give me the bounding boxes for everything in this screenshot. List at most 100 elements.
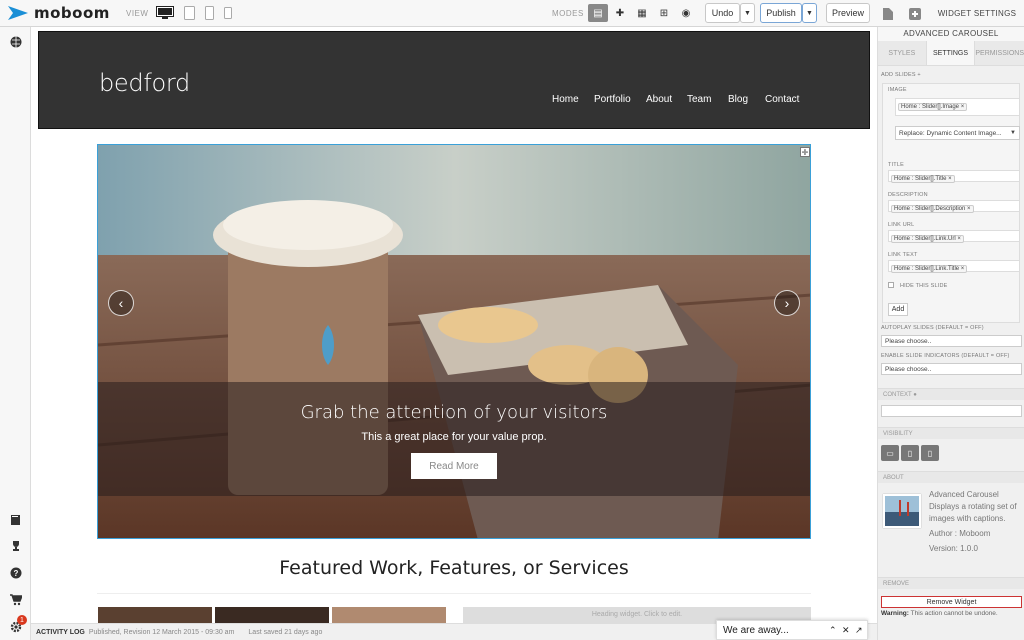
left-toolbar: ? 1 (0, 27, 31, 640)
description-tag-field[interactable]: Home : Slider[].Description × (888, 200, 1020, 213)
last-saved-status: Last saved 21 days ago (248, 628, 323, 636)
mode-buttons: ▤ ✚ ▦ ⊞ ◉ (588, 4, 696, 22)
about-info: Advanced Carousel Displays a rotating se… (929, 489, 1021, 555)
phone-landscape-view-icon[interactable] (205, 4, 215, 22)
undo-dropdown-icon[interactable]: ▼ (740, 3, 755, 23)
globe-icon[interactable] (0, 31, 31, 53)
context-section-header: CONTEXT ● (878, 388, 1024, 400)
portfolio-thumb-2[interactable] (215, 607, 329, 623)
carousel-caption-title: Grab the attention of your visitors (300, 402, 608, 423)
chat-widget[interactable]: We are away... ⌃ ✕ ↗ (716, 620, 868, 640)
app-logo[interactable]: moboom (8, 4, 126, 22)
link-text-label: LINK TEXT (888, 252, 918, 258)
info-icon: ● (913, 392, 917, 398)
publish-button[interactable]: Publish (760, 3, 802, 23)
help-icon[interactable]: ? (0, 562, 31, 584)
svg-text:?: ? (13, 569, 18, 578)
remove-widget-button[interactable]: Remove Widget (881, 596, 1022, 608)
divider (97, 593, 811, 594)
desktop-visibility-icon[interactable]: ▭ (881, 445, 899, 461)
about-widget-author: Author : Moboom (929, 529, 991, 538)
trophy-icon[interactable] (0, 535, 31, 557)
add-slides-label[interactable]: ADD SLIDES + (881, 72, 921, 78)
replace-image-select[interactable]: Replace: Dynamic Content Image... ▼ (895, 126, 1020, 140)
move-widget-icon[interactable]: ✛ (800, 147, 810, 157)
nav-blog[interactable]: Blog (728, 94, 748, 105)
nav-portfolio[interactable]: Portfolio (594, 94, 631, 105)
phone-visibility-icon[interactable]: ▯ (921, 445, 939, 461)
grid-mode-icon[interactable]: ▦ (632, 4, 652, 22)
context-input[interactable] (881, 405, 1022, 417)
cart-icon[interactable] (0, 589, 31, 611)
portfolio-thumb-3[interactable] (332, 607, 446, 623)
layout-mode-icon[interactable]: ▤ (588, 4, 608, 22)
link-url-tag-field[interactable]: Home : Slider[].Link.Url × (888, 230, 1020, 243)
page-icon[interactable] (883, 5, 893, 23)
add-widget-mode-icon[interactable]: ✚ (610, 4, 630, 22)
publish-dropdown-icon[interactable]: ▼ (802, 3, 817, 23)
image-label: IMAGE (888, 87, 907, 93)
hide-slide-label: HIDE THIS SLIDE (900, 283, 948, 289)
widget-settings-title: WIDGET SETTINGS (937, 9, 1017, 18)
blocks-mode-icon[interactable]: ⊞ (654, 4, 674, 22)
notification-badge: 1 (17, 615, 27, 625)
nav-about[interactable]: About (646, 94, 672, 105)
read-more-button[interactable]: Read More (411, 453, 497, 479)
warning-text: This action cannot be undone. (910, 610, 998, 617)
description-label: DESCRIPTION (888, 192, 928, 198)
about-widget-name: Advanced Carousel (929, 490, 999, 499)
featured-heading[interactable]: Featured Work, Features, or Services (31, 557, 877, 579)
tab-settings[interactable]: SETTINGS (925, 41, 976, 65)
chat-status-text: We are away... (723, 624, 789, 636)
top-toolbar: moboom VIEW MODES ▤ ✚ ▦ ⊞ ◉ Undo ▼ Publi… (0, 0, 1024, 27)
image-tag: Home : Slider[].Image × (898, 103, 968, 111)
preview-button[interactable]: Preview (826, 3, 870, 23)
tab-permissions[interactable]: PERMISSIONS (975, 41, 1024, 65)
close-icon[interactable]: ✕ (842, 625, 850, 636)
image-tag-field[interactable]: Home : Slider[].Image × (895, 98, 1020, 116)
phone-view-icon[interactable] (224, 4, 233, 22)
panel-title: ADVANCED CAROUSEL (878, 27, 1024, 41)
device-switcher (156, 4, 233, 22)
carousel-prev-icon[interactable]: ‹ (108, 290, 134, 316)
widget-thumbnail (883, 494, 921, 528)
view-label: VIEW (126, 8, 149, 18)
tablet-visibility-icon[interactable]: ▯ (901, 445, 919, 461)
moboom-logo-icon (8, 6, 28, 20)
title-tag: Home : Slider[].Title × (891, 175, 955, 183)
modes-label: MODES (552, 9, 584, 18)
carousel-next-icon[interactable]: › (774, 290, 800, 316)
widget-settings-icon[interactable] (909, 5, 921, 23)
panel-tabs: STYLES SETTINGS PERMISSIONS (878, 41, 1024, 66)
portfolio-thumb-1[interactable] (98, 607, 212, 623)
nav-home[interactable]: Home (552, 94, 579, 105)
published-status: Published, Revision 12 March 2015 - 09:3… (88, 628, 235, 636)
about-widget-version: Version: 1.0.0 (929, 544, 978, 553)
undo-button[interactable]: Undo (705, 3, 740, 23)
hide-slide-checkbox[interactable] (888, 282, 894, 288)
activity-log-label[interactable]: ACTIVITY LOG (36, 629, 85, 636)
tablet-view-icon[interactable] (184, 4, 196, 22)
title-tag-field[interactable]: Home : Slider[].Title × (888, 170, 1020, 183)
slide-editor: IMAGE Home : Slider[].Image × Replace: D… (882, 83, 1020, 323)
nav-contact[interactable]: Contact (765, 94, 799, 105)
site-brand[interactable]: bedford (99, 69, 190, 97)
preview-eye-icon[interactable]: ◉ (676, 4, 696, 22)
advanced-carousel[interactable]: ✛ ‹ › Grab the attention of your visitor… (97, 144, 811, 539)
description-tag: Home : Slider[].Description × (891, 205, 974, 213)
expand-icon[interactable]: ↗ (855, 625, 863, 636)
carousel-caption-subtitle: This a great place for your value prop. (361, 431, 547, 443)
indicators-select[interactable]: Please choose.. (881, 363, 1022, 375)
add-slide-button[interactable]: Add (888, 303, 908, 316)
chevron-up-icon[interactable]: ⌃ (829, 625, 837, 636)
desktop-view-icon[interactable] (156, 4, 175, 22)
link-text-tag-field[interactable]: Home : Slider[].Link.Title × (888, 260, 1020, 273)
visibility-toggles: ▭ ▯ ▯ (881, 445, 939, 461)
tab-styles[interactable]: STYLES (878, 41, 926, 65)
site-header[interactable]: bedford Home Portfolio About Team Blog C… (38, 31, 870, 129)
settings-gear-icon[interactable]: 1 (0, 615, 31, 638)
autoplay-select[interactable]: Please choose.. (881, 335, 1022, 347)
remove-warning: Warning: This action cannot be undone. (881, 610, 998, 617)
nav-team[interactable]: Team (687, 94, 711, 105)
book-icon[interactable] (0, 509, 31, 531)
